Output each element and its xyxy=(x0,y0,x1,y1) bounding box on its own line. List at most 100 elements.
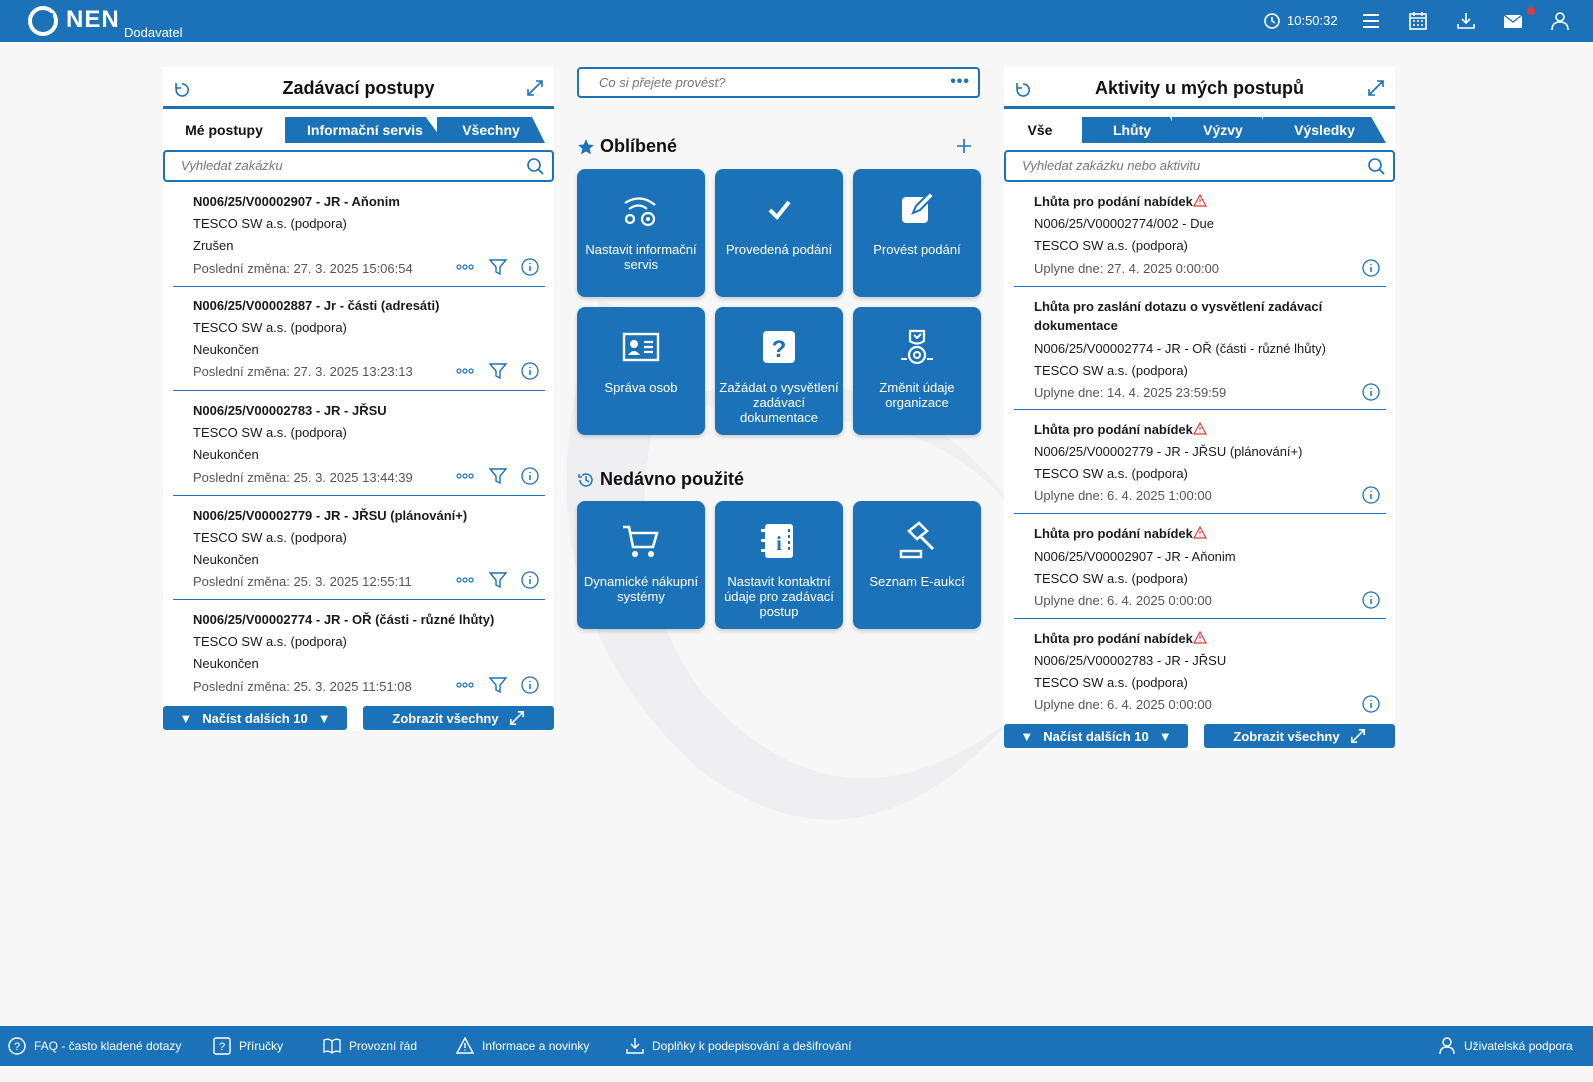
procedure-item[interactable]: N006/25/V00002907 - JR - Aňonim TESCO SW… xyxy=(173,187,545,287)
expand-icon[interactable] xyxy=(1367,79,1385,97)
footer-manuals-label: Příručky xyxy=(239,1039,284,1053)
procedure-last-change: Poslední změna: 25. 3. 2025 13:44:39 xyxy=(193,470,413,485)
tile-e-auction-list[interactable]: Seznam E-aukcí xyxy=(853,501,981,629)
mail-icon[interactable] xyxy=(1502,11,1524,31)
show-all-procedures-button[interactable]: Zobrazit všechny xyxy=(363,706,554,730)
nen-logo-icon[interactable] xyxy=(27,5,59,37)
tab-deadlines[interactable]: Lhůty xyxy=(1082,117,1182,143)
menu-icon[interactable] xyxy=(1360,11,1382,31)
activity-title[interactable]: Lhůta pro podání nabídek xyxy=(1034,630,1207,646)
procedure-item[interactable]: N006/25/V00002774 - JR - OŘ (části - růz… xyxy=(173,604,545,704)
tile-make-filing[interactable]: Provést podání xyxy=(853,169,981,297)
tab-results[interactable]: Výsledky xyxy=(1263,117,1386,143)
footer-addons-link[interactable]: Doplňky k podepisování a dešifrování xyxy=(626,1037,851,1055)
tab-everything[interactable]: Vše xyxy=(1014,117,1066,143)
procedure-item[interactable]: N006/25/V00002887 - Jr - části (adresáti… xyxy=(173,291,545,391)
more-icon[interactable] xyxy=(456,366,474,376)
footer-faq-link[interactable]: ? FAQ - často kladené dotazy xyxy=(8,1037,181,1055)
more-icon[interactable] xyxy=(456,680,474,690)
tab-all[interactable]: Všechny xyxy=(437,117,545,143)
tile-label: Změnit údaje organizace xyxy=(879,380,955,410)
activity-item[interactable]: Lhůta pro podání nabídek N006/25/V000027… xyxy=(1014,414,1386,514)
tile-label: Provést podání xyxy=(873,242,961,257)
procedure-code[interactable]: N006/25/V00002783 - JR - JŘSU xyxy=(193,403,387,418)
tab-my-procedures[interactable]: Mé postupy xyxy=(168,117,280,143)
activity-title[interactable]: Lhůta pro podání nabídek xyxy=(1034,193,1207,209)
info-icon[interactable] xyxy=(1362,695,1380,713)
activity-item[interactable]: Lhůta pro podání nabídek N006/25/V000029… xyxy=(1014,518,1386,619)
download-icon xyxy=(626,1038,644,1054)
add-icon[interactable] xyxy=(956,138,972,154)
activity-title-continued[interactable]: dokumentace xyxy=(1034,318,1118,333)
procedure-code[interactable]: N006/25/V00002779 - JR - JŘSU (plánování… xyxy=(193,508,467,523)
tile-dynamic-purchasing-systems[interactable]: Dynamické nákupní systémy xyxy=(577,501,705,629)
activity-title-text: Lhůta pro podání nabídek xyxy=(1034,422,1193,437)
activity-title[interactable]: Lhůta pro zaslání dotazu o vysvětlení za… xyxy=(1034,299,1322,314)
download-icon[interactable] xyxy=(1455,11,1477,31)
tile-set-information-service[interactable]: Nastavit informační servis xyxy=(577,169,705,297)
more-options-icon[interactable]: ••• xyxy=(950,73,970,91)
tile-change-organization[interactable]: Změnit údaje organizace xyxy=(853,307,981,435)
procedure-code[interactable]: N006/25/V00002774 - JR - OŘ (části - růz… xyxy=(193,612,494,627)
user-icon[interactable] xyxy=(1549,11,1571,31)
activity-title[interactable]: Lhůta pro podání nabídek xyxy=(1034,525,1207,541)
activity-code: N006/25/V00002907 - JR - Aňonim xyxy=(1034,549,1236,564)
expand-icon[interactable] xyxy=(526,79,544,97)
filter-icon[interactable] xyxy=(488,362,508,380)
procedure-code[interactable]: N006/25/V00002887 - Jr - části (adresáti… xyxy=(193,298,439,313)
info-icon[interactable] xyxy=(521,362,539,380)
svg-text:?: ? xyxy=(219,1041,225,1053)
info-icon[interactable] xyxy=(1362,591,1380,609)
procedure-item[interactable]: N006/25/V00002783 - JR - JŘSU TESCO SW a… xyxy=(173,395,545,496)
info-icon[interactable] xyxy=(521,676,539,694)
question-icon: ? xyxy=(763,331,795,363)
info-icon[interactable] xyxy=(521,467,539,485)
activity-search-input[interactable] xyxy=(1022,158,1332,173)
show-all-activities-button[interactable]: Zobrazit všechny xyxy=(1204,724,1395,748)
more-icon[interactable] xyxy=(456,471,474,481)
procedure-search-input[interactable] xyxy=(181,158,491,173)
load-more-activities-button[interactable]: ▼ Načíst dalších 10 ▼ xyxy=(1004,724,1188,748)
tile-label: Nastavit kontaktní údaje pro zadávací po… xyxy=(724,574,834,619)
search-icon[interactable] xyxy=(1367,157,1385,175)
footer-news-link[interactable]: Informace a novinky xyxy=(456,1037,589,1055)
more-icon[interactable] xyxy=(456,262,474,272)
tile-person-management[interactable]: Správa osob xyxy=(577,307,705,435)
tile-label: Seznam E-aukcí xyxy=(869,574,965,589)
tile-set-contact-details[interactable]: i Nastavit kontaktní údaje pro zadávací … xyxy=(715,501,843,629)
info-icon[interactable] xyxy=(1362,486,1380,504)
info-icon[interactable] xyxy=(1362,259,1380,277)
tile-request-explanation[interactable]: ? Zažádat o vysvětlení zadávací dokument… xyxy=(715,307,843,435)
action-search-input[interactable] xyxy=(599,75,919,90)
activity-item[interactable]: Lhůta pro podání nabídek N006/25/V000027… xyxy=(1014,623,1386,723)
calendar-icon[interactable] xyxy=(1407,11,1429,31)
activity-title[interactable]: Lhůta pro podání nabídek xyxy=(1034,421,1207,437)
footer-rules-link[interactable]: Provozní řád xyxy=(323,1037,417,1055)
footer-support-link[interactable]: Uživatelská podpora xyxy=(1438,1037,1573,1055)
filter-icon[interactable] xyxy=(488,571,508,589)
info-icon[interactable] xyxy=(1362,383,1380,401)
procedure-item[interactable]: N006/25/V00002779 - JR - JŘSU (plánování… xyxy=(173,500,545,600)
tab-calls[interactable]: Výzvy xyxy=(1172,117,1274,143)
activities-tabs: Vše Lhůty Výzvy Výsledky xyxy=(1004,117,1395,143)
tab-information-service[interactable]: Informační servis xyxy=(285,117,445,143)
procedure-code[interactable]: N006/25/V00002907 - JR - Aňonim xyxy=(193,194,400,209)
load-more-procedures-button[interactable]: ▼ Načíst dalších 10 ▼ xyxy=(163,706,347,730)
footer-rules-label: Provozní řád xyxy=(349,1039,418,1053)
svg-text:i: i xyxy=(776,533,782,555)
info-icon[interactable] xyxy=(521,571,539,589)
filter-icon[interactable] xyxy=(488,467,508,485)
activity-item[interactable]: Lhůta pro podání nabídek N006/25/V000027… xyxy=(1014,187,1386,287)
show-all-label: Zobrazit všechny xyxy=(1233,728,1340,744)
filter-icon[interactable] xyxy=(488,676,508,694)
info-icon[interactable] xyxy=(521,258,539,276)
footer-manuals-link[interactable]: ? Příručky xyxy=(213,1037,283,1055)
activity-item[interactable]: Lhůta pro zaslání dotazu o vysvětlení za… xyxy=(1014,291,1386,410)
more-icon[interactable] xyxy=(456,575,474,585)
search-icon[interactable] xyxy=(526,157,544,175)
tile-label: Správa osob xyxy=(604,380,678,395)
triangle-down-icon: ▼ xyxy=(179,710,193,726)
tile-submitted-filings[interactable]: Provedená podání xyxy=(715,169,843,297)
filter-icon[interactable] xyxy=(488,258,508,276)
activity-title-text: Lhůta pro podání nabídek xyxy=(1034,194,1193,209)
